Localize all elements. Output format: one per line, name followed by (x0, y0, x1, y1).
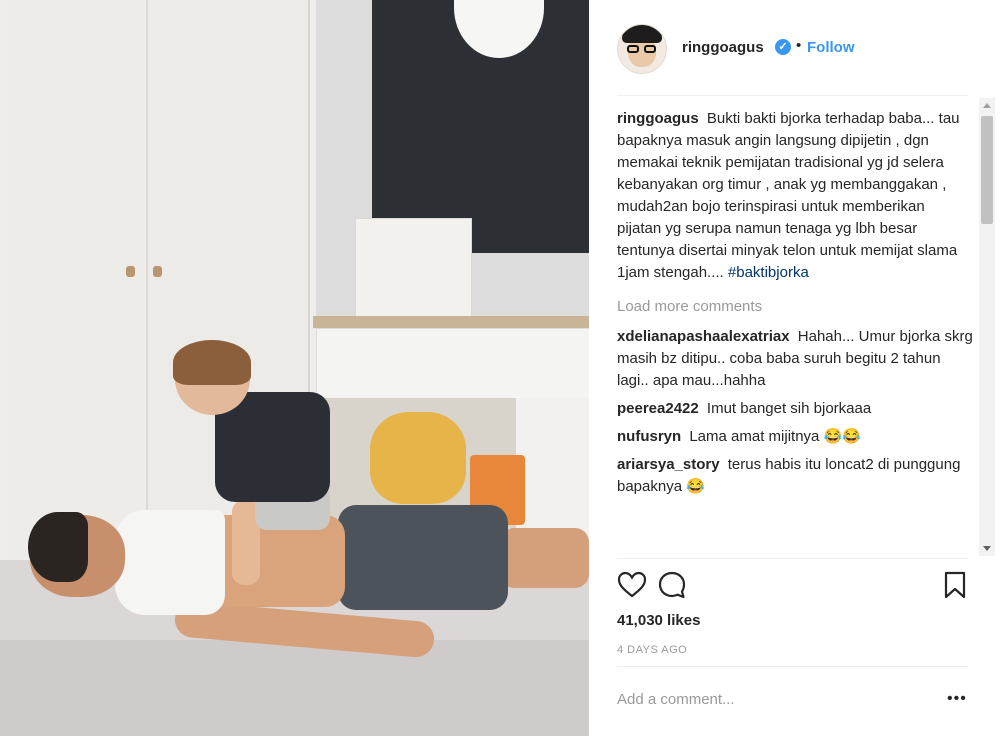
photo-kid-hair (173, 340, 251, 385)
load-more-comments-button[interactable]: Load more comments (617, 296, 973, 318)
comment-item: peerea2422 Imut banget sih bjorkaaa (617, 398, 973, 420)
comment-item: nufusryn Lama amat mijitnya 😂😂 (617, 426, 973, 448)
photo-desk-drawer (316, 328, 589, 400)
photo-desk-top (313, 316, 589, 328)
comment-username[interactable]: ariarsya_story (617, 456, 720, 473)
post-photo[interactable] (0, 0, 589, 736)
photo-bed-shade (0, 640, 589, 736)
comment-text: Imut banget sih bjorkaaa (706, 400, 872, 417)
separator-dot: • (796, 37, 802, 54)
post-header: ringgoagus ✓ • Follow (589, 0, 1000, 96)
verified-badge-icon: ✓ (775, 39, 791, 55)
wardrobe-knob (126, 266, 135, 277)
scrollbar-thumb[interactable] (981, 116, 993, 224)
comment-bubble-icon[interactable] (657, 570, 687, 600)
caption-username[interactable]: ringgoagus (617, 110, 699, 127)
comment-username[interactable]: nufusryn (617, 428, 681, 445)
username-link[interactable]: ringgoagus (682, 39, 764, 56)
likes-count[interactable]: 41,030 likes (617, 612, 700, 629)
photo-bag (355, 218, 472, 320)
more-options-icon[interactable]: ••• (947, 690, 967, 708)
bookmark-icon[interactable] (940, 570, 970, 600)
comments-scrollbar[interactable] (979, 98, 995, 556)
avatar-hair (622, 25, 662, 43)
avatar[interactable] (617, 24, 667, 74)
comments-divider (617, 558, 968, 559)
comments-list[interactable]: ringgoagus Bukti bakti bjorka terhadap b… (617, 108, 973, 558)
heart-icon[interactable] (617, 570, 647, 600)
scroll-up-arrow-icon[interactable] (983, 103, 991, 108)
comment-item: xdelianapashaalexatriax Hahah... Umur bj… (617, 326, 973, 392)
wardrobe-knob (153, 266, 162, 277)
post-timestamp[interactable]: 4 DAYS AGO (617, 644, 687, 656)
photo-man-shirt (115, 510, 225, 615)
caption: ringgoagus Bukti bakti bjorka terhadap b… (617, 108, 973, 284)
comment-item: ariarsya_story terus habis itu loncat2 d… (617, 454, 973, 498)
follow-button[interactable]: Follow (807, 39, 855, 56)
comment-text: Lama amat mijitnya 😂😂 (689, 428, 861, 445)
photo-cabinet (516, 398, 589, 548)
header-divider (617, 95, 968, 96)
scroll-down-arrow-icon[interactable] (983, 546, 991, 551)
photo-plush-toy (370, 412, 466, 504)
composer-divider (617, 666, 968, 667)
avatar-glasses (627, 45, 657, 54)
post-side-panel: ringgoagus ✓ • Follow ringgoagus Bukti b… (589, 0, 1000, 736)
wardrobe-door-left (8, 0, 148, 560)
photo-man-hair (28, 512, 88, 582)
caption-hashtag[interactable]: #baktibjorka (728, 264, 809, 281)
caption-text: Bukti bakti bjorka terhadap baba... tau … (617, 110, 960, 281)
comment-username[interactable]: peerea2422 (617, 400, 699, 417)
photo-man-shorts (338, 505, 508, 610)
photo-man-legs (500, 528, 589, 588)
action-bar (617, 570, 968, 602)
add-comment-input[interactable]: Add a comment... (617, 691, 735, 708)
comment-username[interactable]: xdelianapashaalexatriax (617, 328, 790, 345)
